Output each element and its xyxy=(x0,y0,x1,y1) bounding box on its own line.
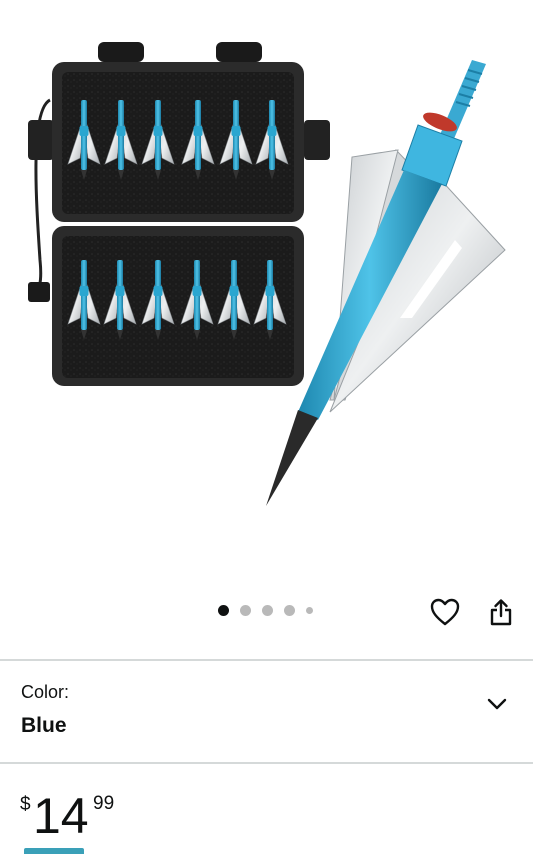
share-icon xyxy=(490,599,512,626)
price-symbol: $ xyxy=(20,794,31,815)
color-selector[interactable]: Color: Blue xyxy=(0,662,533,762)
carousel-dot[interactable] xyxy=(306,606,313,614)
heart-icon xyxy=(430,598,460,626)
carousel-dot[interactable] xyxy=(218,604,229,616)
price-fraction: 99 xyxy=(93,793,115,814)
color-value: Blue xyxy=(21,714,67,737)
divider xyxy=(0,659,533,661)
share-button[interactable] xyxy=(486,596,516,628)
color-label: Color: xyxy=(21,682,70,702)
chevron-down-icon[interactable] xyxy=(485,692,509,716)
price-whole: 14 xyxy=(33,788,89,844)
bottom-action-bar[interactable] xyxy=(24,848,84,854)
divider xyxy=(0,762,533,764)
carousel-indicator[interactable] xyxy=(218,603,324,617)
case-illustration xyxy=(28,42,330,386)
carousel-dot[interactable] xyxy=(240,604,251,616)
favorite-button[interactable] xyxy=(428,596,462,628)
product-image[interactable] xyxy=(0,0,533,590)
carousel-dot[interactable] xyxy=(262,604,273,616)
carousel-dot[interactable] xyxy=(284,604,295,616)
